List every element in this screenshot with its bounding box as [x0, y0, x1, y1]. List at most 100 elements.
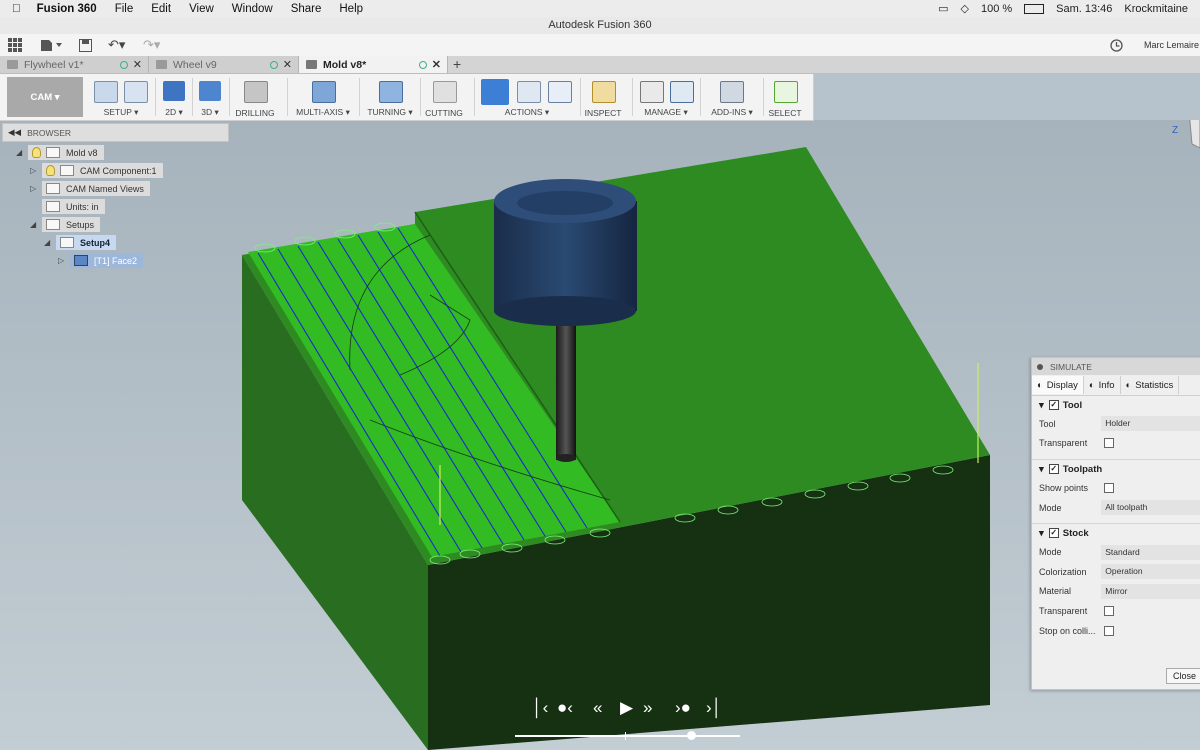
- expand-icon[interactable]: ▷: [58, 256, 64, 265]
- cutting-icon[interactable]: [433, 81, 457, 103]
- tool-dropdown[interactable]: Holder: [1101, 416, 1200, 432]
- close-tab-icon[interactable]: ✕: [133, 58, 142, 71]
- close-tab-icon[interactable]: ✕: [283, 58, 292, 71]
- stop-on-collision-checkbox[interactable]: [1104, 625, 1114, 636]
- drilling-group[interactable]: DRILLING: [234, 78, 276, 118]
- battery-icon[interactable]: [1024, 3, 1045, 14]
- workspace-switcher[interactable]: CAM ▾: [7, 77, 83, 117]
- drill-icon[interactable]: [244, 81, 268, 103]
- file-menu-icon[interactable]: [40, 37, 62, 53]
- undo-icon[interactable]: ↶▾: [108, 37, 125, 53]
- tool-transparent-checkbox[interactable]: [1104, 438, 1114, 449]
- tab-display[interactable]: ◐ Display: [1032, 376, 1084, 394]
- simulate-header[interactable]: SIMULATE: [1032, 358, 1200, 375]
- play-button[interactable]: ▶: [620, 698, 633, 718]
- tool-checkbox[interactable]: ✓: [1048, 400, 1059, 410]
- tree-node-face-operation[interactable]: [T1] Face2: [70, 253, 144, 268]
- stock-checkbox[interactable]: ✓: [1048, 528, 1059, 539]
- 3d-adaptive-icon[interactable]: [199, 81, 221, 101]
- toolpath-checkbox[interactable]: ✓: [1048, 464, 1059, 475]
- previous-operation-icon[interactable]: ●‹: [557, 698, 573, 718]
- section-toolpath[interactable]: ▾ ✓ Toolpath: [1032, 459, 1200, 478]
- skip-to-end-icon[interactable]: ›│: [706, 698, 722, 718]
- setup-sheet-icon[interactable]: [548, 81, 572, 103]
- stock-mode-dropdown[interactable]: Standard: [1101, 544, 1200, 560]
- select-icon[interactable]: [774, 81, 798, 103]
- tree-node-named-views[interactable]: CAM Named Views: [42, 181, 150, 196]
- menu-window[interactable]: Window: [232, 3, 273, 15]
- manage-group[interactable]: MANAGE ▾: [636, 78, 696, 118]
- new-tab-button[interactable]: +: [453, 56, 461, 73]
- tab-info[interactable]: ◐ Info: [1084, 376, 1121, 394]
- tab-statistics[interactable]: ◐ Statistics: [1121, 376, 1180, 394]
- actions-group[interactable]: ACTIONS ▾: [478, 78, 576, 118]
- turning-icon[interactable]: [379, 81, 403, 103]
- template-library-icon[interactable]: [670, 81, 694, 103]
- turning-group[interactable]: TURNING ▾: [364, 78, 416, 118]
- post-process-icon[interactable]: [517, 81, 541, 103]
- step-forward-icon[interactable]: »: [643, 698, 652, 718]
- next-operation-icon[interactable]: ›●: [675, 698, 691, 718]
- menubar-user[interactable]: Krockmitaine: [1124, 3, 1188, 15]
- account-name[interactable]: Marc Lemaire: [1144, 37, 1199, 53]
- material-dropdown[interactable]: Mirror: [1101, 583, 1200, 599]
- simulate-icon[interactable]: [481, 79, 509, 105]
- airplay-icon[interactable]: ▭: [938, 2, 948, 15]
- setup-icon[interactable]: [94, 81, 118, 103]
- tree-node-component[interactable]: CAM Component:1: [42, 163, 163, 178]
- expand-icon[interactable]: ▷: [30, 166, 36, 175]
- menu-file[interactable]: File: [115, 3, 134, 15]
- visibility-bulb-icon[interactable]: [46, 165, 55, 176]
- expand-icon[interactable]: ◢: [44, 238, 50, 247]
- tab-mold[interactable]: Mold v8* ✕: [299, 56, 448, 73]
- close-tab-icon[interactable]: ✕: [432, 58, 441, 71]
- add-ins-group[interactable]: ADD-INS ▾: [706, 78, 758, 118]
- show-points-checkbox[interactable]: [1104, 482, 1114, 493]
- select-group[interactable]: SELECT: [767, 78, 803, 118]
- stock-transparent-checkbox[interactable]: [1104, 605, 1114, 616]
- 3d-group[interactable]: 3D ▾: [196, 78, 224, 118]
- save-icon[interactable]: [79, 37, 92, 53]
- scripts-icon[interactable]: [720, 81, 744, 103]
- inspect-group[interactable]: INSPECT: [584, 78, 622, 118]
- close-button[interactable]: Close: [1166, 668, 1200, 684]
- measure-icon[interactable]: [592, 81, 616, 103]
- tab-flywheel[interactable]: Flywheel v1* ✕: [0, 56, 149, 73]
- section-stock[interactable]: ▾ ✓ Stock: [1032, 523, 1200, 542]
- skip-to-start-icon[interactable]: │‹: [532, 698, 548, 718]
- expand-icon[interactable]: ▷: [30, 184, 36, 193]
- tree-node-units[interactable]: Units: in: [42, 199, 105, 214]
- section-tool[interactable]: ▾ ✓ Tool: [1032, 396, 1200, 414]
- playback-timeline[interactable]: [515, 731, 740, 740]
- tree-node-setup4[interactable]: Setup4: [56, 235, 117, 250]
- app-grid-icon[interactable]: [8, 37, 22, 53]
- tab-wheel[interactable]: Wheel v9 ✕: [149, 56, 299, 73]
- menu-share[interactable]: Share: [291, 3, 322, 15]
- colorization-dropdown[interactable]: Operation: [1101, 564, 1200, 580]
- expand-icon[interactable]: ◢: [30, 220, 36, 229]
- apple-icon[interactable]: : [12, 3, 21, 15]
- timeline-scrubber[interactable]: [686, 731, 696, 740]
- step-back-icon[interactable]: «: [593, 698, 602, 718]
- wifi-icon[interactable]: ◇: [960, 2, 968, 15]
- stock-icon[interactable]: [124, 81, 148, 103]
- visibility-bulb-icon[interactable]: [32, 147, 41, 158]
- job-status-icon[interactable]: [1110, 37, 1123, 53]
- 2d-pocket-icon[interactable]: [163, 81, 185, 101]
- multi-axis-icon[interactable]: [312, 81, 336, 103]
- menu-help[interactable]: Help: [339, 3, 363, 15]
- 2d-group[interactable]: 2D ▾: [160, 78, 188, 118]
- tool-library-icon[interactable]: [640, 81, 664, 103]
- redo-icon[interactable]: ↷▾: [143, 37, 160, 53]
- browser-header[interactable]: ◀◀ BROWSER: [2, 123, 229, 142]
- tree-node-setups[interactable]: Setups: [42, 217, 101, 232]
- menu-app-name[interactable]: Fusion 360: [37, 3, 97, 15]
- menu-edit[interactable]: Edit: [151, 3, 171, 15]
- multi-axis-group[interactable]: MULTI-AXIS ▾: [292, 78, 354, 118]
- toolpath-mode-dropdown[interactable]: All toolpath: [1101, 500, 1200, 516]
- tree-node-root[interactable]: Mold v8: [28, 145, 104, 160]
- setup-group[interactable]: SETUP ▾: [90, 78, 152, 118]
- cutting-group[interactable]: CUTTING: [424, 78, 464, 118]
- clock[interactable]: Sam. 13:46: [1056, 3, 1112, 15]
- menu-view[interactable]: View: [189, 3, 214, 15]
